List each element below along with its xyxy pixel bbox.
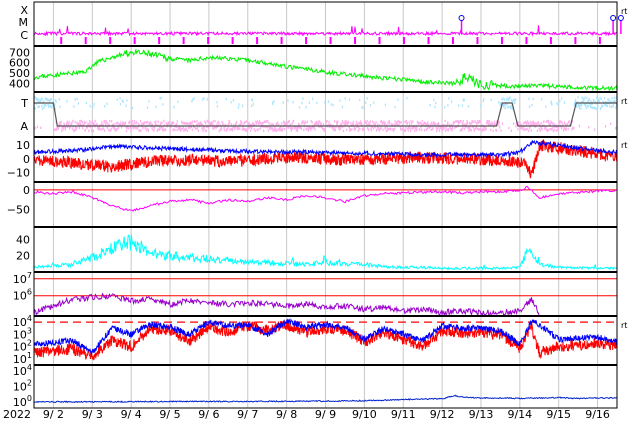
year-label: 2022 xyxy=(3,408,31,421)
imf-y-tick: T xyxy=(20,97,28,110)
bz-y-tick: 10 xyxy=(16,139,30,152)
xray-rt-label: rt xyxy=(621,7,627,16)
x-tick-label: 9/12 xyxy=(430,408,455,421)
xray-y-tick: C xyxy=(20,29,28,42)
x-tick-label: 9/ 4 xyxy=(121,408,142,421)
x-tick-label: 9/14 xyxy=(507,408,532,421)
sw-y-tick: 400 xyxy=(9,78,30,91)
flare-marker xyxy=(617,15,624,21)
x-tick-label: 9/ 3 xyxy=(82,408,103,421)
x-tick-label: 9/ 8 xyxy=(276,408,297,421)
kp-y-tick: 20 xyxy=(16,250,30,263)
dst-y-tick: −50 xyxy=(7,203,30,216)
flare-marker xyxy=(458,15,465,21)
x-tick-label: 9/ 7 xyxy=(237,408,258,421)
imf-y-tick: A xyxy=(20,120,28,133)
x-tick-label: 9/15 xyxy=(546,408,571,421)
proton-rt-label: rt xyxy=(621,321,627,330)
he-proton-y-tick: 100 xyxy=(13,394,32,409)
bz-rt-label: rt xyxy=(621,141,627,150)
label-layer: 2022 9/ 2 9/ 3 9/ 4 9/ 5 9/ 6 9/ 7 9/ 8 9/ 9 9/1… xyxy=(3,4,627,421)
bz-y-tick: −10 xyxy=(7,166,30,179)
series-layer xyxy=(33,15,624,404)
x-tick-label: 9/11 xyxy=(391,408,416,421)
x-tick-label: 9/ 2 xyxy=(43,408,64,421)
dst-y-tick: 0 xyxy=(23,184,30,197)
he-proton-y-tick: 102 xyxy=(13,379,32,394)
x-tick-label: 9/16 xyxy=(585,408,610,421)
x-tick-label: 9/ 6 xyxy=(198,408,219,421)
imf-rt-label: rt xyxy=(621,97,627,106)
electron-y-tick: 106 xyxy=(13,288,32,303)
xray-y-tick: M xyxy=(19,16,29,29)
he-proton-y-tick: 104 xyxy=(13,363,32,378)
flare-marker xyxy=(610,15,617,21)
bz-y-tick: 0 xyxy=(23,153,30,166)
x-tick-label: 9/ 9 xyxy=(315,408,336,421)
x-tick-label: 9/13 xyxy=(469,408,494,421)
x-tick-label: 9/10 xyxy=(352,408,377,421)
electron-y-tick: 107 xyxy=(13,271,32,286)
kp-y-tick: 40 xyxy=(16,233,30,246)
x-tick-label: 9/ 5 xyxy=(159,408,180,421)
space-weather-chart: 2022 9/ 2 9/ 3 9/ 4 9/ 5 9/ 6 9/ 7 9/ 8 9/ 9 9/1… xyxy=(3,1,627,421)
